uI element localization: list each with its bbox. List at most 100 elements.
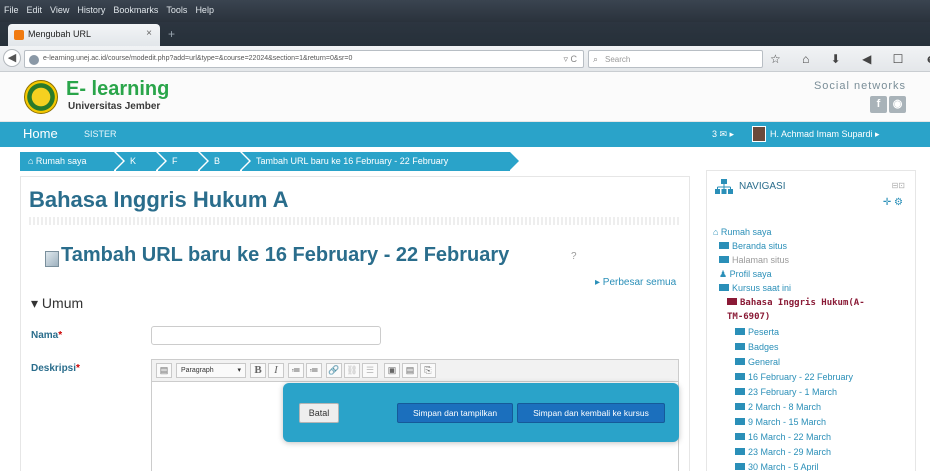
facebook-icon[interactable]: f xyxy=(870,96,887,113)
folder-icon xyxy=(735,373,745,380)
search-icon: ⌕ xyxy=(593,54,599,64)
link-button[interactable]: 🔗 xyxy=(326,363,342,378)
name-label: Nama* xyxy=(31,330,63,341)
editor-toolbar: ▤ Paragraph ▾ B I ≔ ≔ 🔗 ⛓ ☰ ▣ ▤ ⎘ xyxy=(152,360,678,382)
social-label: Social networks xyxy=(813,80,906,92)
search-bar[interactable]: ⌕ Search xyxy=(588,50,763,68)
format-select[interactable]: Paragraph ▾ xyxy=(176,363,246,378)
avatar[interactable] xyxy=(752,126,766,142)
nav-item-current-course[interactable]: Bahasa Inggris Hukum(A- xyxy=(727,298,865,308)
nav-item-week[interactable]: 23 February - 1 March xyxy=(735,387,837,397)
bullet-list-button[interactable]: ≔ xyxy=(288,363,304,378)
folder-icon xyxy=(735,463,745,470)
nav-home-link[interactable]: Home xyxy=(23,126,58,141)
menu-file[interactable]: File xyxy=(0,0,23,20)
folder-icon xyxy=(735,448,745,455)
nav-item-home[interactable]: ⌂ Rumah saya xyxy=(713,227,771,237)
save-and-display-button[interactable]: Simpan dan tampilkan xyxy=(397,403,513,423)
nav-item-general[interactable]: General xyxy=(735,357,780,367)
browser-menubar: File Edit View History Bookmarks Tools Help xyxy=(0,0,930,22)
nav-item-week[interactable]: 16 March - 22 March xyxy=(735,432,831,442)
toolbar-toggle-icon[interactable]: ▤ xyxy=(156,363,172,378)
nav-item-week[interactable]: 23 March - 29 March xyxy=(735,447,831,457)
nav-item-week[interactable]: 9 March - 15 March xyxy=(735,417,826,427)
file-button[interactable]: ⎘ xyxy=(420,363,436,378)
folder-icon xyxy=(735,418,745,425)
folder-icon xyxy=(735,328,745,335)
nav-item-week[interactable]: 30 March - 5 April xyxy=(735,462,819,471)
required-mark: * xyxy=(76,363,80,374)
browser-navbar: ◀ e-learning.unej.ac.id/course/modedit.p… xyxy=(0,46,930,72)
breadcrumb-current: Tambah URL baru ke 16 February - 22 Febr… xyxy=(242,152,521,171)
new-tab-button[interactable]: + xyxy=(168,27,175,41)
page-title: Tambah URL baru ke 16 February - 22 Febr… xyxy=(61,244,510,266)
nav-item-badges[interactable]: Badges xyxy=(735,342,779,352)
help-icon[interactable]: ? xyxy=(571,251,577,262)
folder-icon xyxy=(735,358,745,365)
block-button[interactable]: ☰ xyxy=(362,363,378,378)
section-general-toggle[interactable]: ▾ Umum xyxy=(31,295,83,312)
nav-item-participants[interactable]: Peserta xyxy=(735,327,779,337)
reload-icon[interactable]: ▿ C xyxy=(563,54,577,65)
nav-item-week[interactable]: 16 February - 22 February xyxy=(735,372,853,382)
menu-help[interactable]: Help xyxy=(191,0,218,20)
globe-icon xyxy=(29,55,39,65)
folder-icon xyxy=(719,256,729,263)
nav-item-site-home[interactable]: Beranda situs xyxy=(719,241,787,251)
navigation-title: NAVIGASI xyxy=(739,181,786,192)
numbered-list-button[interactable]: ≔ xyxy=(306,363,322,378)
menu-bookmarks[interactable]: Bookmarks xyxy=(109,0,162,20)
cancel-button[interactable]: Batal xyxy=(299,403,339,423)
menu-view[interactable]: View xyxy=(46,0,73,20)
brand-title[interactable]: E- learning xyxy=(66,78,169,101)
toolbar-icons[interactable]: ☆ ⌂ ⬇ ◀ ☐ ☻ ≡ xyxy=(770,52,930,66)
folder-icon xyxy=(727,298,737,305)
site-header: E- learning Universitas Jember Social ne… xyxy=(0,72,930,122)
block-settings-icon[interactable]: ✛ ⚙ xyxy=(883,197,903,208)
block-dock-icon[interactable]: ⊟⊡ xyxy=(892,181,905,190)
tab-close-icon[interactable]: × xyxy=(146,28,152,39)
bold-button[interactable]: B xyxy=(250,363,266,378)
image-button[interactable]: ▣ xyxy=(384,363,400,378)
description-label: Deskripsi* xyxy=(31,363,80,374)
divider xyxy=(29,217,679,225)
site-navbar: Home SISTER 3 ✉ ▸ H. Achmad Imam Supardi… xyxy=(0,122,930,147)
back-button[interactable]: ◀ xyxy=(3,49,21,67)
media-button[interactable]: ▤ xyxy=(402,363,418,378)
save-and-return-button[interactable]: Simpan dan kembali ke kursus xyxy=(517,403,665,423)
brand-subtitle: Universitas Jember xyxy=(68,101,161,112)
browser-tab[interactable]: Mengubah URL × xyxy=(8,24,160,46)
folder-icon xyxy=(735,343,745,350)
menu-tools[interactable]: Tools xyxy=(162,0,191,20)
url-text: e-learning.unej.ac.id/course/modedit.php… xyxy=(43,55,353,62)
menu-edit[interactable]: Edit xyxy=(23,0,47,20)
italic-button[interactable]: I xyxy=(268,363,284,378)
sitemap-icon xyxy=(715,179,733,194)
expand-all-link[interactable]: ▸ Perbesar semua xyxy=(595,277,676,288)
breadcrumb-home[interactable]: ⌂ Rumah saya xyxy=(20,152,125,171)
name-input[interactable] xyxy=(151,326,381,345)
messages-indicator[interactable]: 3 ✉ ▸ xyxy=(712,129,734,140)
page-icon xyxy=(719,242,729,249)
required-mark: * xyxy=(58,330,63,341)
menu-history[interactable]: History xyxy=(73,0,109,20)
university-logo-icon xyxy=(24,80,58,114)
folder-icon xyxy=(719,284,729,291)
folder-icon xyxy=(735,388,745,395)
form-action-bar: Batal Simpan dan tampilkan Simpan dan ke… xyxy=(283,383,679,442)
nav-item-profile[interactable]: ♟ Profil saya xyxy=(719,269,772,280)
social-link-icon[interactable]: ◉ xyxy=(889,96,906,113)
nav-sister-link[interactable]: SISTER xyxy=(84,129,117,139)
search-placeholder: Search xyxy=(605,55,631,64)
nav-item-current-course-code[interactable]: TM-6907) xyxy=(727,312,770,322)
folder-icon xyxy=(735,403,745,410)
nav-item-week[interactable]: 2 March - 8 March xyxy=(735,402,821,412)
nav-item-current-courses[interactable]: Kursus saat ini xyxy=(719,283,791,293)
tab-title: Mengubah URL xyxy=(28,29,92,39)
url-resource-icon xyxy=(45,251,59,267)
user-menu[interactable]: H. Achmad Imam Supardi ▸ xyxy=(770,129,880,140)
url-bar[interactable]: e-learning.unej.ac.id/course/modedit.php… xyxy=(24,50,584,68)
nav-item-site-pages[interactable]: Halaman situs xyxy=(719,255,789,265)
unlink-button[interactable]: ⛓ xyxy=(344,363,360,378)
folder-icon xyxy=(735,433,745,440)
